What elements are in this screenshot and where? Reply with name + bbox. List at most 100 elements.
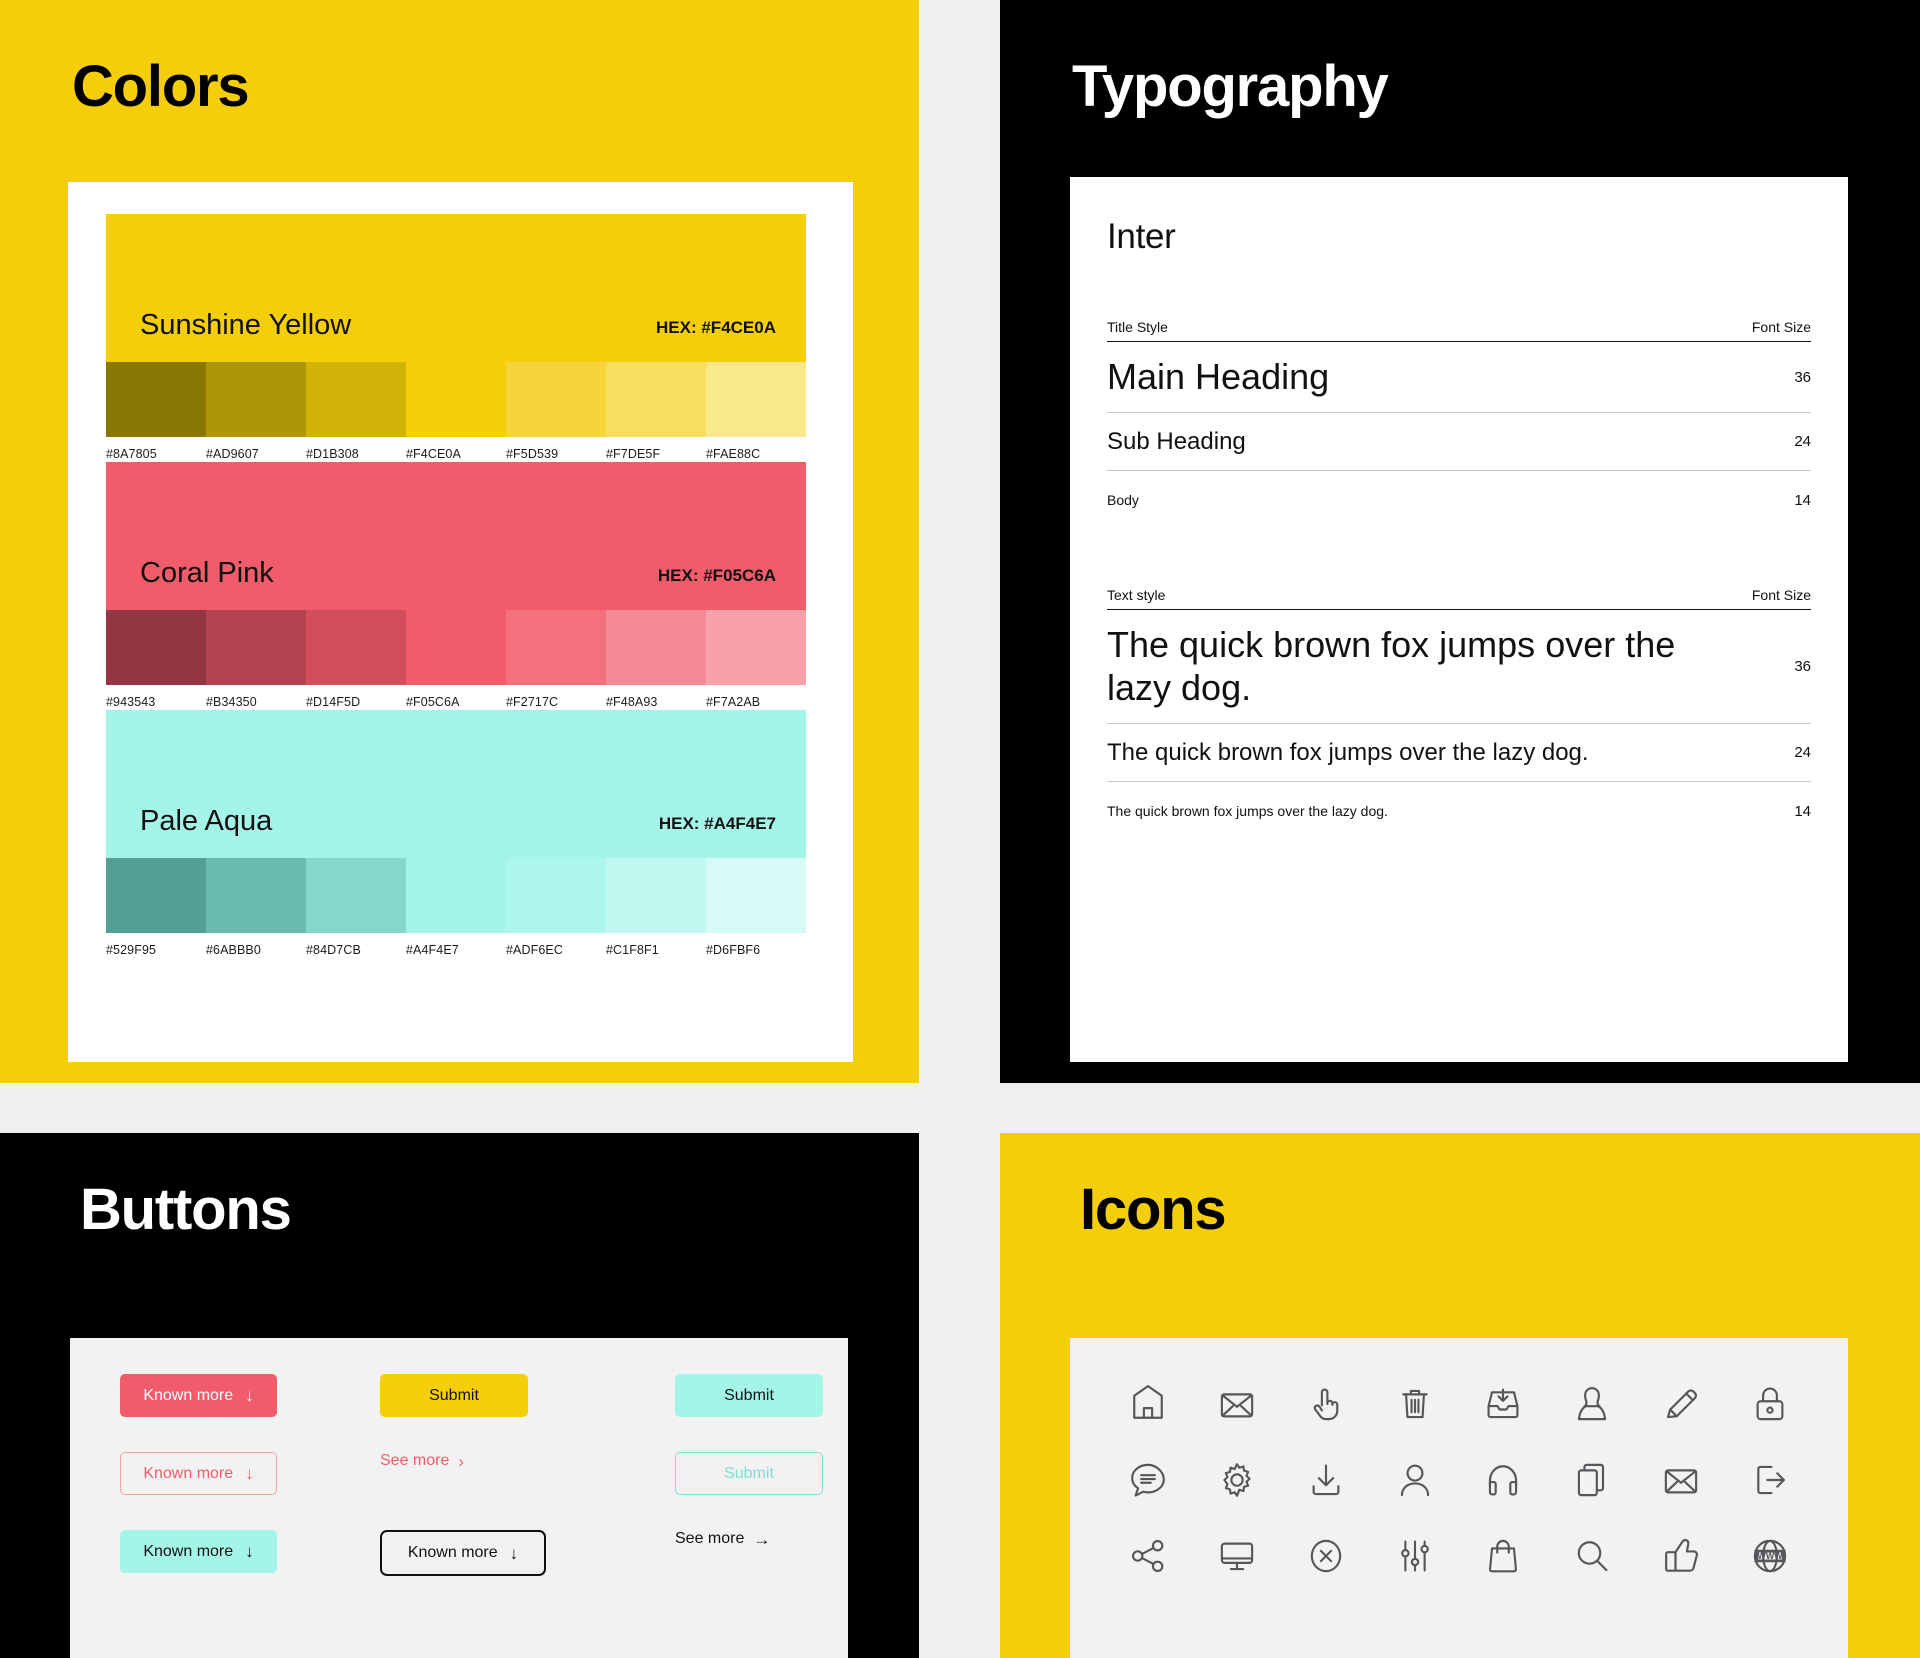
www-globe-icon[interactable]: WWW <box>1744 1530 1796 1582</box>
logout-icon[interactable] <box>1744 1454 1796 1506</box>
submit-button[interactable]: Submit <box>675 1452 823 1495</box>
user-female-icon[interactable] <box>1566 1378 1618 1430</box>
shade-hex-label: #B34350 <box>206 695 257 709</box>
search-icon[interactable] <box>1566 1530 1618 1582</box>
see-more-button[interactable]: See more → <box>675 1530 770 1548</box>
color-swatch[interactable] <box>206 610 306 685</box>
known-more-button[interactable]: Known more ↓ <box>120 1374 277 1417</box>
inbox-download-icon[interactable] <box>1477 1378 1529 1430</box>
color-swatch[interactable] <box>406 858 506 933</box>
shade-hex-label: #8A7805 <box>106 447 157 461</box>
button-cell: Submit <box>675 1452 880 1495</box>
main-heading-sample: Main Heading <box>1107 356 1330 397</box>
color-swatch[interactable] <box>206 362 306 437</box>
trash-icon[interactable] <box>1389 1378 1441 1430</box>
palette-name: Pale Aqua <box>140 805 273 837</box>
see-more-button[interactable]: See more › <box>380 1452 464 1470</box>
color-swatch[interactable] <box>306 610 406 685</box>
colors-panel-title: Colors <box>72 54 250 119</box>
color-swatch[interactable] <box>106 610 206 685</box>
button-label: Known more <box>143 1386 234 1404</box>
color-swatch[interactable] <box>706 858 806 933</box>
color-swatch[interactable] <box>706 610 806 685</box>
pencil-icon[interactable] <box>1655 1378 1707 1430</box>
color-palette-group: Pale Aqua HEX: #A4F4E7 #529F95 #6ABBB0 #84D7… <box>106 710 806 957</box>
color-swatch[interactable] <box>706 362 806 437</box>
thumbs-up-icon[interactable] <box>1655 1530 1707 1582</box>
envelope-icon[interactable] <box>1211 1378 1263 1430</box>
shade-hex-label: #FAE88C <box>706 447 761 461</box>
color-swatch[interactable] <box>306 362 406 437</box>
color-swatch[interactable] <box>406 610 506 685</box>
table-row: Body 14 <box>1107 471 1811 529</box>
icons-panel: Icons WWW <box>1000 1133 1920 1658</box>
sliders-icon[interactable] <box>1389 1530 1441 1582</box>
share-icon[interactable] <box>1122 1530 1174 1582</box>
button-label: Known more <box>143 1542 234 1560</box>
text-style-col-size: Font Size <box>1751 587 1811 604</box>
color-swatch[interactable] <box>606 858 706 933</box>
lock-icon[interactable] <box>1744 1378 1796 1430</box>
palette-hex-label: HEX: #F4CE0A <box>656 318 776 337</box>
copy-icon[interactable] <box>1566 1454 1618 1506</box>
colors-panel: Colors Sunshine Yellow HEX: #F4CE0A #8A780… <box>0 0 919 1083</box>
shade-hex-label: #529F95 <box>106 943 157 957</box>
shade-hex-label: #A4F4E7 <box>406 943 459 957</box>
submit-button[interactable]: Submit <box>380 1374 528 1417</box>
color-swatch[interactable] <box>506 362 606 437</box>
color-swatch[interactable] <box>406 362 506 437</box>
arrow-down-icon: ↓ <box>245 1464 254 1483</box>
shade-label-row: #8A7805 #AD9607 #D1B308 #F4CE0A #F5D539 #F7DE… <box>106 447 806 461</box>
color-swatch[interactable] <box>606 610 706 685</box>
color-swatch[interactable] <box>506 858 606 933</box>
home-icon[interactable] <box>1122 1378 1174 1430</box>
shade-hex-label: #F05C6A <box>406 695 460 709</box>
known-more-button[interactable]: Known more ↓ <box>120 1530 277 1573</box>
color-swatch[interactable] <box>506 610 606 685</box>
color-swatch[interactable] <box>106 362 206 437</box>
submit-button[interactable]: Submit <box>675 1374 823 1417</box>
table-row: The quick brown fox jumps over the lazy … <box>1107 610 1811 725</box>
headphones-icon[interactable] <box>1477 1454 1529 1506</box>
shade-hex-label: #D1B308 <box>306 447 359 461</box>
color-swatch[interactable] <box>106 858 206 933</box>
shopping-bag-icon[interactable] <box>1477 1530 1529 1582</box>
button-cell: See more → <box>675 1530 880 1548</box>
color-swatch[interactable] <box>306 858 406 933</box>
icon-grid: WWW <box>1070 1338 1848 1594</box>
pointing-hand-icon[interactable] <box>1300 1378 1352 1430</box>
text-style-col-label: Text style <box>1107 587 1166 604</box>
known-more-button[interactable]: Known more ↓ <box>120 1452 277 1495</box>
palette-header: Sunshine Yellow HEX: #F4CE0A <box>106 214 806 362</box>
download-icon[interactable] <box>1300 1454 1352 1506</box>
monitor-icon[interactable] <box>1211 1530 1263 1582</box>
color-palette-group: Sunshine Yellow HEX: #F4CE0A #8A7805 #AD960… <box>106 214 806 461</box>
buttons-panel: Buttons Known more ↓ Submit Submit Known mor… <box>0 1133 919 1658</box>
known-more-button[interactable]: Known more ↓ <box>380 1530 546 1576</box>
shade-hex-label: #F7A2AB <box>706 695 761 709</box>
mail-icon[interactable] <box>1655 1454 1707 1506</box>
chat-bubble-icon[interactable] <box>1122 1454 1174 1506</box>
button-cell: See more › <box>380 1452 620 1470</box>
typography-panel: Typography Inter Title Style Font Size M… <box>1000 0 1920 1083</box>
shade-hex-label: #C1F8F1 <box>606 943 659 957</box>
shade-hex-label: #F4CE0A <box>406 447 461 461</box>
button-cell: Known more ↓ <box>120 1452 325 1495</box>
table-row: Sub Heading 24 <box>1107 413 1811 472</box>
close-circle-icon[interactable] <box>1300 1530 1352 1582</box>
color-swatch[interactable] <box>606 362 706 437</box>
gear-icon[interactable] <box>1211 1454 1263 1506</box>
color-palette-group: Coral Pink HEX: #F05C6A #943543 #B34350 #D14… <box>106 462 806 709</box>
colors-card: Sunshine Yellow HEX: #F4CE0A #8A7805 #AD960… <box>68 182 853 1062</box>
text-style-table: Text style Font Size The quick brown fox… <box>1107 587 1811 840</box>
typography-card: Inter Title Style Font Size Main Heading… <box>1070 177 1848 1062</box>
shade-hex-label: #6ABBB0 <box>206 943 261 957</box>
shade-hex-label: #ADF6EC <box>506 943 563 957</box>
shade-hex-label: #D14F5D <box>306 695 361 709</box>
user-icon[interactable] <box>1389 1454 1441 1506</box>
palette-name: Sunshine Yellow <box>140 309 352 341</box>
color-swatch[interactable] <box>206 858 306 933</box>
shade-row <box>106 362 806 437</box>
button-label: Known more <box>143 1464 234 1482</box>
table-row: The quick brown fox jumps over the lazy … <box>1107 724 1811 783</box>
